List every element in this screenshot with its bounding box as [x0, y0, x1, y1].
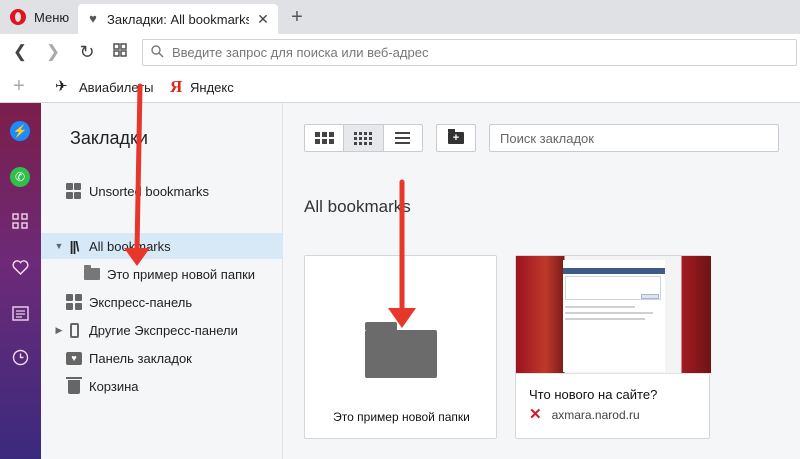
heart-icon[interactable]: [8, 255, 32, 279]
list-view-button[interactable]: [384, 125, 422, 151]
tabs-overview-icon[interactable]: [109, 41, 131, 63]
unsorted-icon: [65, 183, 83, 199]
bookmarks-tree-panel: Закладки Unsorted bookmarks ▼ ||\ All bo…: [41, 103, 283, 459]
all-bookmarks-icon: ||\: [69, 238, 80, 254]
tree-item-trash[interactable]: Корзина: [41, 373, 283, 399]
new-folder-button[interactable]: +: [436, 124, 476, 152]
tree-item-label: Корзина: [89, 378, 139, 394]
tree-item-unsorted[interactable]: Unsorted bookmarks: [41, 178, 283, 204]
tab-title: Закладки: All bookmarks: [107, 11, 249, 27]
list-icon: [395, 132, 411, 144]
tree-item-label: Панель закладок: [89, 350, 192, 366]
search-icon: [151, 44, 164, 61]
bookmark-title: Что нового на сайте?: [529, 387, 658, 402]
tree-item-label: Это пример новой папки: [107, 266, 256, 282]
opera-menu-button[interactable]: Меню: [0, 0, 78, 34]
folder-icon: [83, 265, 101, 282]
speed-dial-icon[interactable]: [8, 209, 32, 233]
tree-item-label: Другие Экспресс-панели: [89, 322, 238, 338]
tab-bookmarks[interactable]: ♥ Закладки: All bookmarks ✕: [78, 4, 278, 34]
expand-arrow-icon[interactable]: ▼: [53, 241, 65, 251]
section-title: All bookmarks: [304, 197, 411, 216]
trash-icon: [65, 377, 83, 394]
history-icon[interactable]: [8, 345, 32, 369]
view-mode-group: [304, 124, 423, 152]
panel-title: Закладки: [70, 128, 148, 148]
new-tab-button[interactable]: +: [286, 6, 308, 28]
news-icon[interactable]: [8, 301, 32, 325]
reload-icon[interactable]: ↻: [76, 41, 98, 63]
large-tiles-view-button[interactable]: [305, 125, 345, 151]
bookmarks-bar: + Авиабилеты Я Яндекс: [0, 70, 800, 103]
close-icon[interactable]: ✕: [256, 12, 270, 26]
opera-logo-icon: [10, 9, 26, 25]
address-input[interactable]: [172, 45, 796, 60]
folder-card[interactable]: Это пример новой папки: [304, 255, 497, 439]
folder-icon: [365, 322, 437, 378]
tree-item-other-speed-dials[interactable]: ▶ Другие Экспресс-панели: [41, 317, 283, 343]
messenger-icon[interactable]: ⚡: [8, 119, 32, 143]
whatsapp-icon[interactable]: ✆: [8, 165, 32, 189]
bookmark-url-text: axmara.narod.ru: [551, 408, 640, 422]
bookmark-label: Авиабилеты: [79, 79, 154, 95]
speed-dial-icon: [65, 294, 83, 310]
phone-icon: [65, 322, 83, 338]
bookmark-url: ✕ axmara.narod.ru: [529, 406, 640, 423]
add-bookmark-button[interactable]: +: [9, 75, 29, 97]
address-bar[interactable]: [142, 39, 797, 66]
plane-icon: [55, 77, 71, 95]
tree-item-speed-dial[interactable]: Экспресс-панель: [41, 289, 283, 315]
expand-arrow-icon[interactable]: ▶: [53, 325, 65, 336]
bookmarks-main: + All bookmarks Это пример новой папки Ч…: [283, 103, 800, 459]
bookmark-label: Яндекс: [190, 79, 234, 95]
bookmark-card[interactable]: Что нового на сайте? ✕ axmara.narod.ru: [515, 255, 711, 439]
tab-strip: Меню ♥ Закладки: All bookmarks ✕ +: [0, 0, 800, 34]
heart-icon: ♥: [89, 11, 97, 26]
tree-item-all-bookmarks[interactable]: ▼ ||\ All bookmarks: [41, 233, 283, 259]
bookmark-aviabilety[interactable]: Авиабилеты: [55, 77, 153, 97]
yandex-icon: Я: [170, 77, 183, 96]
new-folder-icon: +: [448, 129, 464, 144]
navigation-bar: ❮ ❯ ↻: [0, 34, 800, 70]
opera-sidebar: ⚡ ✆: [0, 103, 41, 459]
back-icon[interactable]: ❮: [9, 41, 31, 63]
large-grid-icon: [314, 132, 334, 144]
heart-icon: ♥: [65, 350, 83, 366]
bookmark-search-input[interactable]: [489, 124, 779, 152]
small-tiles-view-button[interactable]: [344, 125, 384, 151]
tree-item-label: All bookmarks: [89, 238, 171, 254]
menu-label: Меню: [34, 9, 70, 25]
folder-card-label: Это пример новой папки: [333, 410, 470, 424]
tree-item-label: Экспресс-панель: [89, 294, 193, 310]
bookmark-yandex[interactable]: Я Яндекс: [170, 77, 234, 97]
tree-item-new-folder[interactable]: Это пример новой папки: [41, 261, 283, 287]
site-thumbnail: [516, 256, 711, 374]
forward-icon[interactable]: ❯: [42, 41, 64, 63]
tree-item-label: Unsorted bookmarks: [89, 183, 209, 199]
small-grid-icon: [354, 131, 373, 145]
tree-item-bookmarks-bar[interactable]: ♥ Панель закладок: [41, 345, 283, 371]
site-favicon-icon: ✕: [529, 406, 542, 423]
